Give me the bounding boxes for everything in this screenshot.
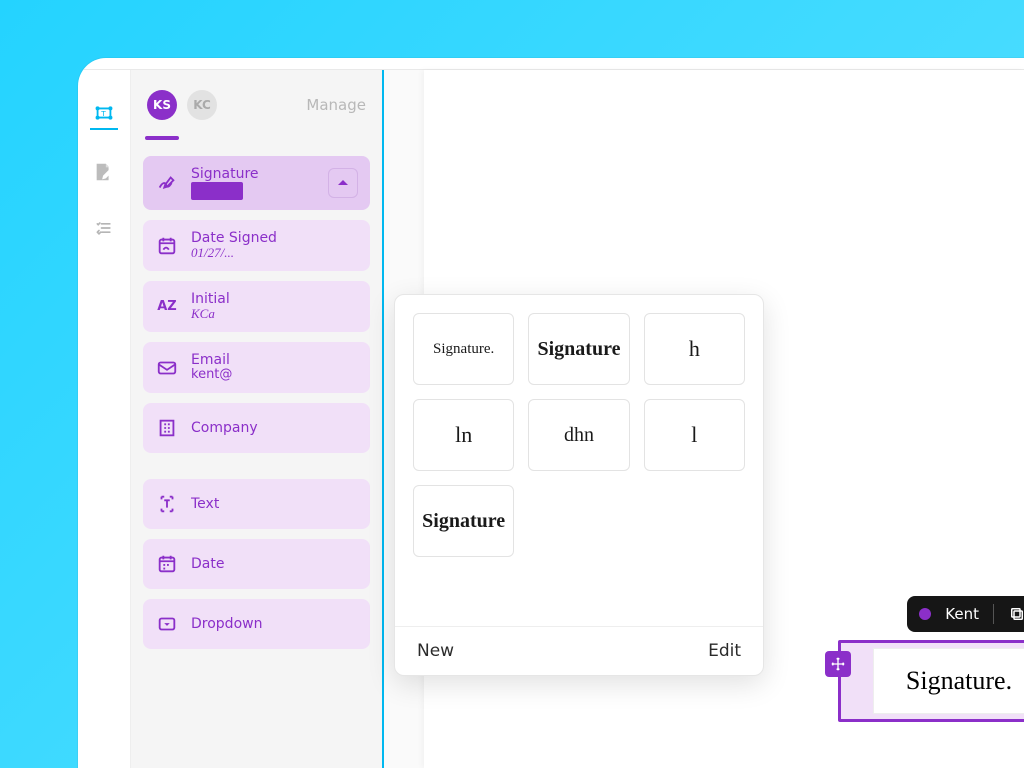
move-icon [830, 656, 846, 672]
avatar-primary[interactable]: KS [147, 90, 177, 120]
app-window: T KS KC Manage [78, 58, 1024, 768]
field-text[interactable]: Text [143, 479, 370, 529]
signature-thumb-5[interactable]: l [644, 399, 745, 471]
new-signature-button[interactable]: New [417, 641, 454, 661]
signature-style-popover: Signature.SignaturehlndhnlSignature New … [394, 294, 764, 676]
placed-signature-preview: Signature. [873, 648, 1024, 714]
manage-link[interactable]: Manage [306, 96, 366, 114]
signature-placeholder [191, 182, 243, 200]
text-icon [155, 492, 179, 516]
calendar-signed-icon [155, 234, 179, 258]
copy-icon [1008, 605, 1024, 623]
initial-icon: AZ [155, 295, 179, 319]
move-handle[interactable] [825, 651, 851, 677]
owner-name: Kent [945, 605, 979, 623]
toolbar-divider [993, 604, 994, 624]
window-topbar [78, 58, 1024, 70]
placed-toolbar: Kent [907, 596, 1024, 632]
edit-signature-button[interactable]: Edit [708, 641, 741, 661]
placed-signature: Kent Signature. [838, 596, 1024, 722]
field-value: KCa [191, 307, 230, 322]
rail-edit-icon[interactable] [90, 158, 118, 186]
field-date-signed[interactable]: Date Signed 01/27/... [143, 220, 370, 271]
field-label: Date [191, 556, 224, 572]
signature-thumb-grid: Signature.SignaturehlndhnlSignature [395, 295, 763, 626]
field-label: Date Signed [191, 230, 277, 246]
field-signature[interactable]: Signature [143, 156, 370, 210]
field-sidebar: KS KC Manage Signature [130, 70, 384, 768]
field-label: Email [191, 352, 232, 368]
signer-row: KS KC Manage [143, 84, 370, 130]
signature-thumb-1[interactable]: Signature [528, 313, 629, 385]
left-rail: T [78, 70, 130, 768]
signature-thumb-4[interactable]: dhn [528, 399, 629, 471]
chevron-up-icon [337, 177, 349, 189]
field-label: Company [191, 420, 258, 436]
owner-color-dot [919, 608, 931, 620]
field-initial[interactable]: AZ Initial KCa [143, 281, 370, 332]
rail-fields-icon[interactable]: T [90, 102, 118, 130]
placed-signature-text: Signature. [906, 666, 1012, 696]
field-label: Signature [191, 166, 259, 182]
rail-checklist-icon[interactable] [90, 214, 118, 242]
field-company[interactable]: Company [143, 403, 370, 453]
signature-thumb-2[interactable]: h [644, 313, 745, 385]
copy-button[interactable] [1008, 605, 1024, 623]
signature-thumb-6[interactable]: Signature [413, 485, 514, 557]
field-value: 01/27/... [191, 246, 277, 261]
svg-text:T: T [100, 109, 106, 118]
avatar-secondary[interactable]: KC [187, 90, 217, 120]
signature-caret-button[interactable] [328, 168, 358, 198]
calendar-icon [155, 552, 179, 576]
field-label: Dropdown [191, 616, 262, 632]
field-value: kent@ [191, 368, 232, 383]
field-label: Text [191, 496, 219, 512]
field-date[interactable]: Date [143, 539, 370, 589]
signature-thumb-3[interactable]: ln [413, 399, 514, 471]
field-label: Initial [191, 291, 230, 307]
popover-footer: New Edit [395, 626, 763, 675]
signer-tab-underline [145, 136, 179, 140]
signature-thumb-0[interactable]: Signature. [413, 313, 514, 385]
signature-icon [155, 171, 179, 195]
email-icon [155, 356, 179, 380]
placed-signature-box[interactable]: Signature. [838, 640, 1024, 722]
dropdown-icon [155, 612, 179, 636]
company-icon [155, 416, 179, 440]
field-email[interactable]: Email kent@ [143, 342, 370, 393]
field-dropdown[interactable]: Dropdown [143, 599, 370, 649]
